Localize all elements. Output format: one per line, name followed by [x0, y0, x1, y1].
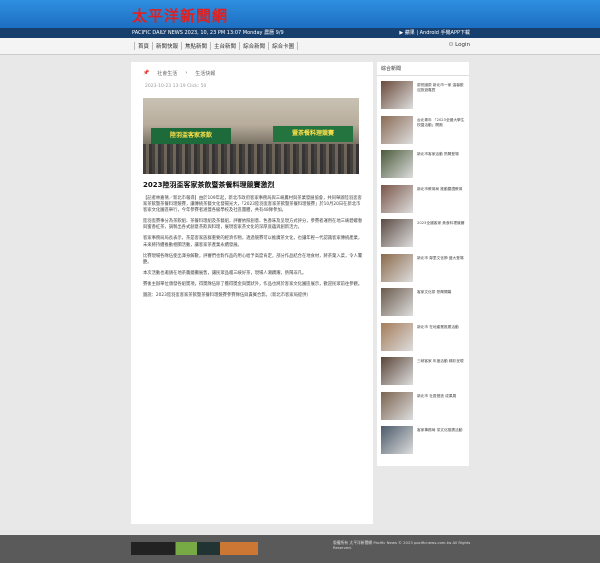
- pin-icon: 📌: [143, 70, 150, 76]
- sidebar-news-item[interactable]: 新北市 鄰里文化節 盛大登場: [381, 253, 467, 284]
- sidebar-news-item[interactable]: 客家文化祭 熱鬧開幕: [381, 288, 467, 318]
- site-header: 太平洋新聞網: [0, 0, 600, 28]
- nav-item-breaking[interactable]: 新聞快報: [153, 42, 183, 50]
- article-paragraph: 客家事務局局長表示，茶是客家族群重要的經濟作物，透過競賽可以推廣茶文化，也讓年輕…: [143, 236, 363, 248]
- article-meta: 2023-10-23 13:19 Click: 50: [145, 84, 207, 89]
- sidebar-news-item[interactable]: 2023全國客家 美食料理競賽: [381, 219, 467, 249]
- sidebar-news-item[interactable]: 新北市客家活動 熱鬧登場: [381, 150, 467, 180]
- breadcrumb-item[interactable]: 生活快報: [195, 70, 215, 77]
- sidebar-news-item[interactable]: 客家事務局 茶文化推廣活動: [381, 426, 467, 456]
- nav-item-taiwan[interactable]: 主台新聞: [211, 42, 241, 50]
- news-thumbnail[interactable]: [381, 115, 413, 144]
- article-paragraph: 賽後主辦單位頒發各組獎項，得獎隊伍除了獲得獎金與獎狀外，作品也將於客家文化園區展…: [143, 281, 363, 287]
- article-paragraph: 本次活動也邀請在地茶農擺攤展售，讓民眾品嚐三峽好茶，現場人潮踴躍，熱鬧非凡。: [143, 270, 307, 276]
- sidebar-news-item[interactable]: 新北市 在地產業推廣活動: [381, 322, 467, 353]
- news-thumbnail[interactable]: [381, 81, 413, 109]
- news-caption[interactable]: 新北市教育局 推動閱讀教育: [417, 187, 467, 192]
- app-download-link[interactable]: ▶ 蘋果 | Android 手機APP下載: [399, 29, 470, 36]
- nav-item-focus[interactable]: 焦點新聞: [182, 42, 212, 50]
- photo-banner-left: 陸羽盃客家茶飲: [151, 128, 231, 144]
- article-paragraph: 比賽現場各隊伍使出渾身解數，評審們也對作品的用心給予高度肯定，部分作品結合在地食…: [143, 253, 363, 265]
- date-text: PACIFIC DAILY NEWS 2023, 10, 23 PM 13:07…: [132, 30, 284, 36]
- news-thumbnail[interactable]: [381, 357, 413, 385]
- sidebar-news: 綜合新聞 慶祝國慶 新北市一家 溫馨歡迎旅遊嘉賓 台北青年 「2023全國大學生校…: [377, 62, 469, 466]
- news-caption[interactable]: 台北青年 「2023全國大學生校園活動」開跑: [417, 118, 467, 128]
- article-photo: 陸羽盃客家茶飲 暨茶餐料理競賽: [143, 98, 359, 174]
- nav-item-cartoon[interactable]: 綜合卡圖: [269, 42, 299, 50]
- news-caption[interactable]: 客家事務局 茶文化推廣活動: [417, 428, 467, 433]
- login-link[interactable]: ⚇ Login: [448, 42, 470, 48]
- site-logo[interactable]: 太平洋新聞網: [132, 5, 228, 26]
- news-thumbnail[interactable]: [381, 426, 413, 454]
- news-caption[interactable]: 新北市 社區營造 成果展: [417, 394, 467, 399]
- news-thumbnail[interactable]: [381, 322, 413, 351]
- site-footer: 版權所有 太平洋新聞網 Pacific News © 2023 pacificn…: [0, 535, 600, 563]
- article-paragraph: 【記者林嘉蒨／新北市報導】由於109年起，新北市政府客家事務局與三峽農村與茶業發…: [143, 196, 362, 214]
- sidebar-news-item[interactable]: 新北市教育局 推動閱讀教育: [381, 184, 467, 215]
- news-caption[interactable]: 慶祝國慶 新北市一家 溫馨歡迎旅遊嘉賓: [417, 83, 467, 93]
- photo-banner-right: 暨茶餐料理競賽: [273, 126, 353, 142]
- sidebar-news-item[interactable]: 三峽客家 年度活動 精彩呈現: [381, 357, 467, 387]
- nav-item-general[interactable]: 綜合新聞: [240, 42, 270, 50]
- photo-crowd: [143, 144, 359, 174]
- footer-copyright: 版權所有 太平洋新聞網 Pacific News © 2023 pacificn…: [333, 540, 471, 550]
- sidebar-news-item[interactable]: 慶祝國慶 新北市一家 溫馨歡迎旅遊嘉賓: [381, 81, 467, 111]
- breadcrumb-separator: ›: [185, 70, 188, 76]
- login-label: Login: [455, 42, 470, 48]
- article-paragraph: 陸羽盃賽事分為茶飲組、茶餐料理組及茶藝組，評審依照創意、色香味及呈現方式評分，參…: [143, 219, 363, 231]
- article-body: 【記者林嘉蒨／新北市報導】由於109年起，新北市政府客家事務局與三峽農村與茶業發…: [143, 196, 363, 304]
- article-title: 2023陸羽盃客家茶飲暨茶餐料理競賽激烈: [143, 181, 275, 189]
- breadcrumb-item[interactable]: 社會生活: [157, 70, 177, 77]
- news-caption[interactable]: 三峽客家 年度活動 精彩呈現: [417, 359, 467, 364]
- info-bar: PACIFIC DAILY NEWS 2023, 10, 23 PM 13:07…: [0, 28, 600, 38]
- news-caption[interactable]: 新北市客家活動 熱鬧登場: [417, 152, 467, 157]
- news-caption[interactable]: 客家文化祭 熱鬧開幕: [417, 290, 467, 295]
- news-thumbnail[interactable]: [381, 219, 413, 247]
- sidebar-news-item[interactable]: 台北青年 「2023全國大學生校園活動」開跑: [381, 115, 467, 146]
- news-caption[interactable]: 2023全國客家 美食料理競賽: [417, 221, 467, 226]
- news-caption[interactable]: 新北市 鄰里文化節 盛大登場: [417, 256, 467, 261]
- nav-item-home[interactable]: 首頁: [134, 42, 154, 50]
- news-thumbnail[interactable]: [381, 288, 413, 316]
- news-thumbnail[interactable]: [381, 253, 413, 282]
- news-thumbnail[interactable]: [381, 150, 413, 178]
- main-nav: 首頁 新聞快報 焦點新聞 主台新聞 綜合新聞 綜合卡圖: [134, 42, 299, 50]
- article-paragraph: 圖說：2023陸羽盃客家茶飲暨茶餐料理競賽參賽隊伍與貴賓合影。（新北市客家局提供…: [143, 293, 311, 299]
- nav-bar: 首頁 新聞快報 焦點新聞 主台新聞 綜合新聞 綜合卡圖 ⚇ Login: [0, 38, 600, 55]
- news-thumbnail[interactable]: [381, 391, 413, 420]
- sidebar-news-item[interactable]: 新北市 社區營造 成果展: [381, 391, 467, 422]
- breadcrumb: 📌 社會生活 › 生活快報: [143, 70, 215, 77]
- news-thumbnail[interactable]: [381, 184, 413, 213]
- article-panel: 📌 社會生活 › 生活快報 2023-10-23 13:19 Click: 50…: [131, 62, 373, 524]
- sidebar-title: 綜合新聞: [377, 62, 469, 76]
- news-caption[interactable]: 新北市 在地產業推廣活動: [417, 325, 467, 330]
- partner-logos[interactable]: [131, 542, 258, 555]
